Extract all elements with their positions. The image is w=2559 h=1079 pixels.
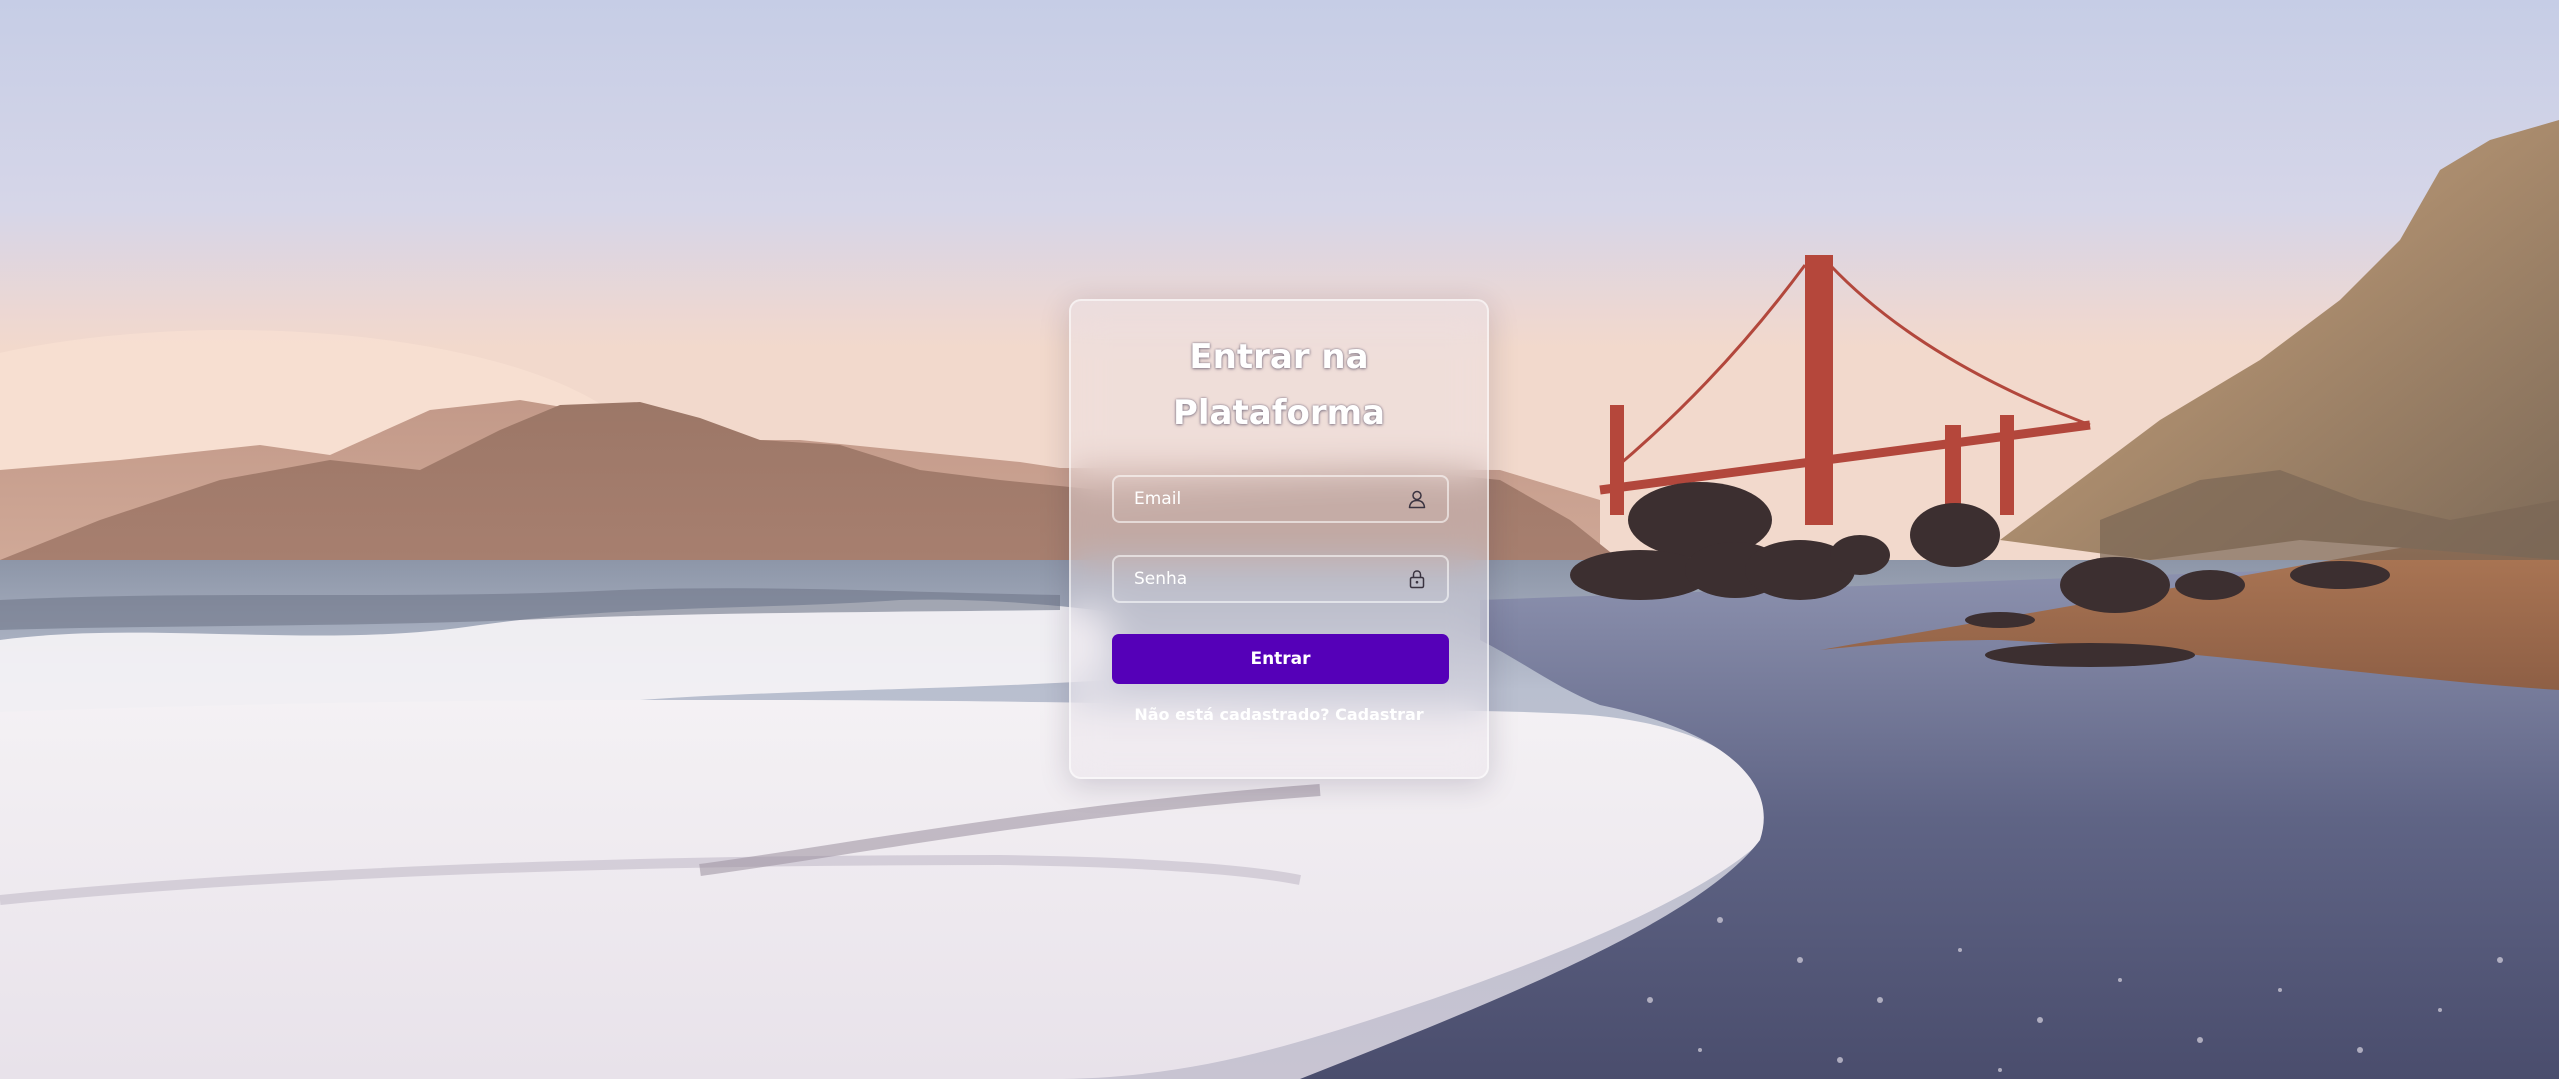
register-link[interactable]: Cadastrar <box>1335 705 1424 724</box>
login-card: Entrar na Plataforma Entrar Não está cad… <box>1069 299 1489 779</box>
lock-icon <box>1409 570 1425 589</box>
register-prompt: Não está cadastrado? <box>1134 705 1336 724</box>
email-input[interactable] <box>1114 477 1394 521</box>
register-row: Não está cadastrado? Cadastrar <box>1071 705 1487 724</box>
password-field[interactable] <box>1112 555 1449 603</box>
login-title-line-2: Plataforma <box>1172 393 1385 433</box>
login-title: Entrar na Plataforma <box>1071 329 1487 441</box>
login-title-line-1: Entrar na <box>1189 337 1369 377</box>
password-input[interactable] <box>1114 557 1394 601</box>
email-field[interactable] <box>1112 475 1449 523</box>
user-icon <box>1408 490 1426 509</box>
login-button[interactable]: Entrar <box>1112 634 1449 684</box>
